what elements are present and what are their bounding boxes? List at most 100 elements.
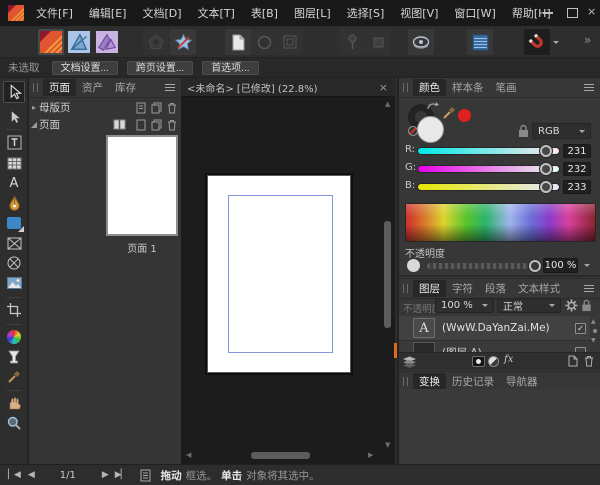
pentagon-tool-button[interactable] bbox=[143, 29, 169, 55]
color-mode-dropdown[interactable]: RGB bbox=[532, 123, 591, 139]
lock-layer-icon[interactable] bbox=[581, 299, 592, 312]
color-picker-tool[interactable] bbox=[4, 368, 24, 386]
master-pages-row[interactable]: ▸ 母版页 bbox=[29, 99, 181, 116]
window-minimize-button[interactable] bbox=[543, 12, 553, 14]
window-close-button[interactable]: × bbox=[587, 5, 596, 18]
table-tool[interactable] bbox=[4, 154, 24, 172]
menu-text[interactable]: 文本[T] bbox=[198, 5, 235, 21]
artistic-text-tool[interactable]: A bbox=[4, 174, 24, 192]
tab-assets[interactable]: 资产 bbox=[76, 79, 109, 96]
horizontal-scrollbar[interactable] bbox=[251, 452, 310, 459]
panel-grip-icon[interactable] bbox=[33, 83, 38, 92]
spread-setup-button[interactable]: 跨页设置... bbox=[127, 61, 193, 75]
rectangle-tool[interactable] bbox=[4, 214, 24, 232]
edit-master-button[interactable] bbox=[170, 29, 196, 55]
expand-arrow-icon[interactable]: ◢ bbox=[29, 120, 39, 129]
document-close-icon[interactable]: × bbox=[379, 81, 388, 94]
no-fill-icon[interactable] bbox=[408, 126, 418, 136]
menu-table[interactable]: 表[B] bbox=[251, 5, 278, 21]
collapse-arrow-icon[interactable]: ▸ bbox=[29, 103, 39, 112]
panel-grip-icon[interactable] bbox=[403, 377, 408, 386]
menu-select[interactable]: 选择[S] bbox=[347, 5, 385, 21]
color-spectrum[interactable] bbox=[405, 203, 596, 242]
menu-layer[interactable]: 图层[L] bbox=[294, 5, 331, 21]
channel-value-b[interactable]: 233 bbox=[563, 180, 591, 194]
panel-menu-icon[interactable] bbox=[584, 285, 594, 292]
add-page-button[interactable] bbox=[225, 29, 251, 55]
slider-handle[interactable] bbox=[540, 163, 552, 175]
preview-mode-button[interactable] bbox=[408, 29, 434, 55]
page-thumbnail[interactable] bbox=[106, 135, 178, 236]
document-setup-button[interactable]: 文档设置... bbox=[52, 61, 118, 75]
tab-pages[interactable]: 页面 bbox=[43, 79, 76, 96]
slider-handle[interactable] bbox=[540, 145, 552, 157]
snapping-button[interactable] bbox=[524, 29, 550, 55]
panel-menu-icon[interactable] bbox=[165, 84, 175, 91]
opacity-dropdown[interactable] bbox=[580, 258, 593, 273]
blend-options-gear-icon[interactable] bbox=[565, 299, 578, 312]
add-page-icon[interactable] bbox=[136, 102, 146, 114]
pages-row[interactable]: ◢ 页面 bbox=[29, 116, 181, 133]
ellipse-insert-button[interactable] bbox=[251, 29, 277, 55]
channel-value-r[interactable]: 231 bbox=[563, 144, 591, 158]
layers-opacity-dropdown[interactable]: 100 % bbox=[435, 298, 494, 313]
color-eyedropper-icon[interactable] bbox=[442, 105, 457, 120]
canvas[interactable]: ▲ ▼ ◀ ▶ bbox=[181, 97, 395, 464]
menu-file[interactable]: 文件[F] bbox=[36, 5, 73, 21]
opacity-value[interactable]: 100 % bbox=[543, 258, 578, 273]
panel-grip-icon[interactable] bbox=[403, 284, 408, 293]
layer-row-text[interactable]: A (WwW.DaYanZai.Me) ✓ bbox=[399, 316, 590, 341]
tab-paragraph[interactable]: 段落 bbox=[479, 280, 512, 297]
layers-scroll-up-icon[interactable]: ▲ bbox=[591, 318, 596, 325]
layers-scroll-down-icon[interactable]: ▼ bbox=[591, 337, 596, 344]
sampled-color-dot[interactable] bbox=[458, 109, 471, 122]
picture-frame-ellipse-tool[interactable] bbox=[4, 254, 24, 272]
photo-persona-button[interactable] bbox=[94, 29, 120, 55]
trash-icon[interactable] bbox=[167, 119, 177, 131]
mask-layer-icon[interactable] bbox=[472, 356, 485, 367]
fx-icon[interactable]: fx bbox=[504, 354, 513, 365]
layer-row-2[interactable]: (图层 A) bbox=[399, 341, 590, 352]
scroll-down-icon[interactable]: ▼ bbox=[385, 442, 390, 449]
new-layer-icon[interactable] bbox=[568, 355, 578, 367]
swap-colors-icon[interactable] bbox=[427, 102, 439, 112]
frame-text-tool[interactable] bbox=[4, 133, 24, 151]
tab-navigator[interactable]: 导航器 bbox=[500, 373, 544, 390]
pen-tool[interactable] bbox=[4, 194, 24, 212]
menu-document[interactable]: 文档[D] bbox=[142, 5, 181, 21]
page-list-icon[interactable] bbox=[140, 469, 151, 482]
opacity-slider[interactable] bbox=[427, 263, 539, 269]
tab-transform[interactable]: 变换 bbox=[413, 373, 446, 390]
move-tool[interactable] bbox=[3, 81, 25, 103]
tab-layers[interactable]: 图层 bbox=[413, 280, 446, 297]
baseline-grid-button[interactable] bbox=[467, 29, 493, 55]
duplicate-page-icon[interactable] bbox=[151, 102, 162, 114]
menu-edit[interactable]: 编辑[E] bbox=[89, 5, 127, 21]
window-maximize-button[interactable] bbox=[567, 8, 578, 18]
tab-swatches[interactable]: 样本条 bbox=[446, 79, 490, 96]
crop-tool[interactable] bbox=[4, 301, 24, 319]
duplicate-page-icon[interactable] bbox=[151, 119, 162, 131]
layer-visibility-checkbox[interactable]: ✓ bbox=[575, 323, 586, 334]
delete-layer-trash-icon[interactable] bbox=[584, 355, 594, 367]
tab-character[interactable]: 字符 bbox=[446, 280, 479, 297]
place-image-tool[interactable] bbox=[4, 274, 24, 292]
document-page[interactable] bbox=[207, 175, 351, 373]
docked-panel-sliver[interactable] bbox=[394, 343, 397, 358]
zoom-tool[interactable] bbox=[4, 414, 24, 432]
anchor-button[interactable] bbox=[365, 29, 391, 55]
transparency-tool[interactable] bbox=[4, 348, 24, 366]
scroll-left-icon[interactable]: ◀ bbox=[186, 452, 191, 459]
trash-icon[interactable] bbox=[167, 102, 177, 114]
preferences-button[interactable]: 首选项... bbox=[202, 61, 258, 75]
channel-slider-g[interactable] bbox=[417, 165, 560, 173]
layers-scroll-dot-icon[interactable] bbox=[593, 329, 597, 333]
document-tab[interactable]: <未命名> [已修改] (22.8%) bbox=[187, 80, 318, 95]
last-page-button[interactable]: ▶▏ bbox=[115, 470, 127, 480]
opacity-handle[interactable] bbox=[529, 260, 541, 272]
spread-book-icon[interactable] bbox=[113, 119, 126, 130]
more-tools-icon[interactable]: » bbox=[584, 33, 591, 47]
panel-grip-icon[interactable] bbox=[403, 83, 408, 92]
fill-tool[interactable] bbox=[4, 328, 24, 346]
add-page-icon[interactable] bbox=[136, 119, 146, 131]
